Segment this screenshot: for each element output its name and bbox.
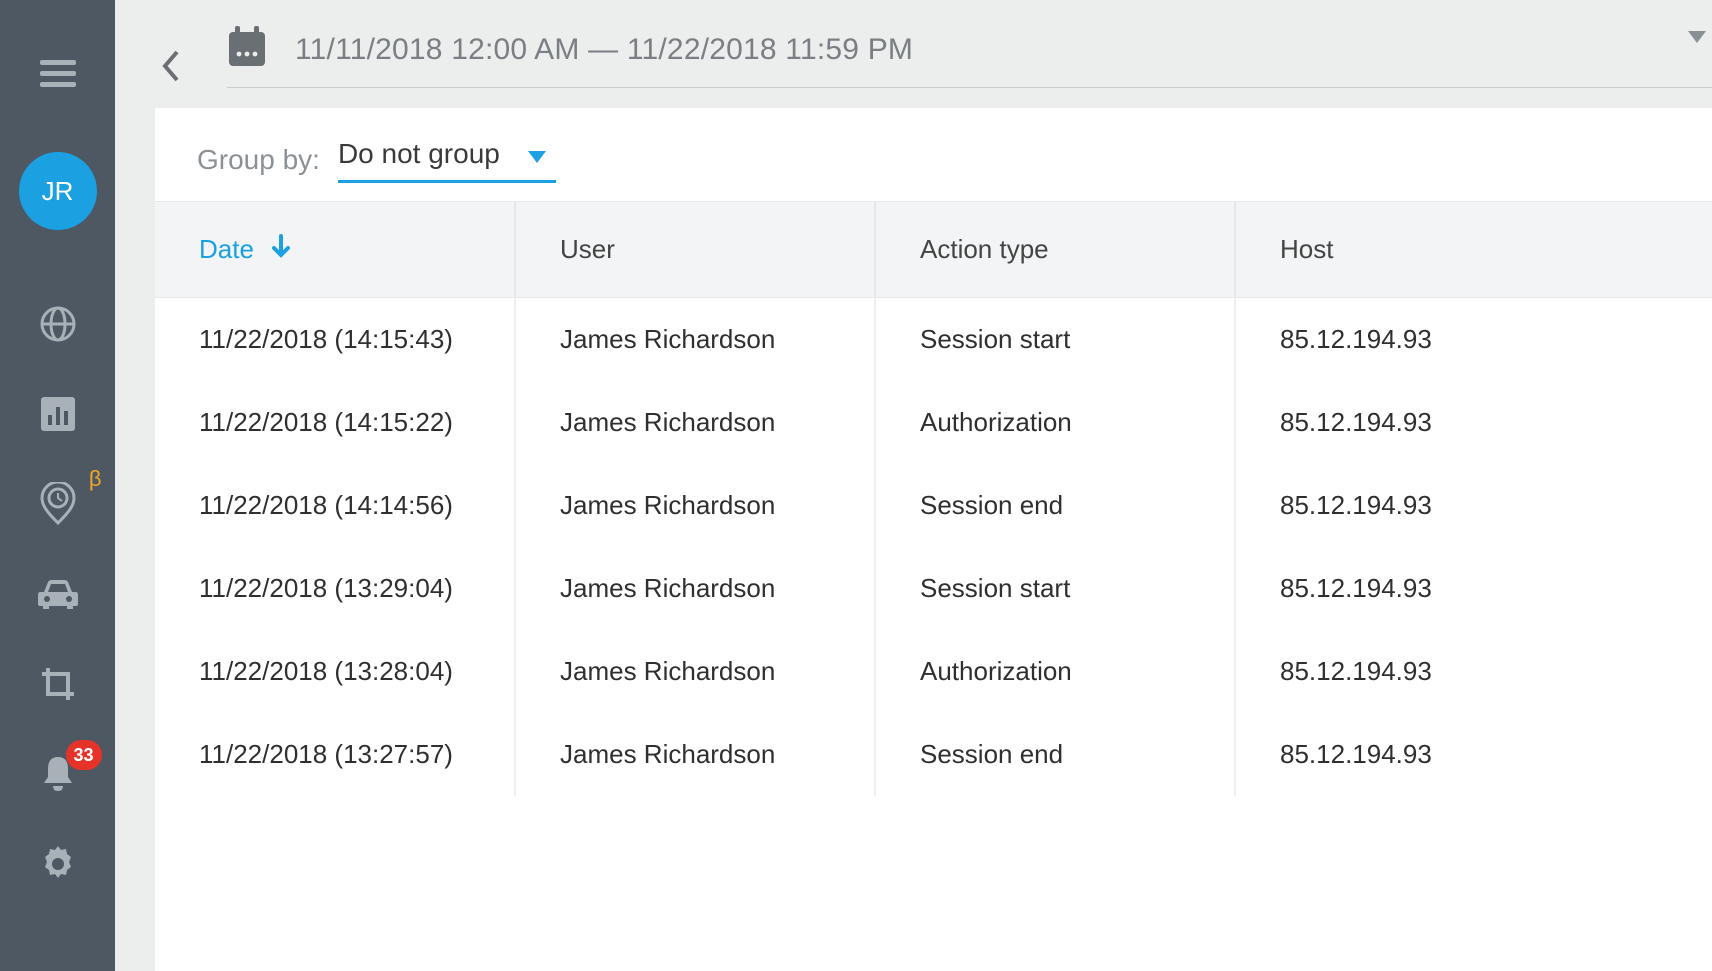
cell-date: 11/22/2018 (13:28:04) xyxy=(155,630,515,713)
cell-host: 85.12.194.93 xyxy=(1235,547,1712,630)
beta-badge: β xyxy=(89,466,102,492)
column-header-action[interactable]: Action type xyxy=(875,202,1235,298)
sidebar-item-crop[interactable] xyxy=(34,660,82,708)
cell-date: 11/22/2018 (14:15:43) xyxy=(155,298,515,382)
avatar[interactable]: JR xyxy=(19,152,97,230)
table-row[interactable]: 11/22/2018 (13:28:04)James RichardsonAut… xyxy=(155,630,1712,713)
cell-user: James Richardson xyxy=(515,630,875,713)
chevron-left-icon xyxy=(161,50,181,82)
chevron-down-icon xyxy=(528,138,546,170)
cell-user: James Richardson xyxy=(515,547,875,630)
column-header-date[interactable]: Date xyxy=(155,202,515,298)
cell-action: Session start xyxy=(875,547,1235,630)
sidebar-item-tracking[interactable]: β xyxy=(34,480,82,528)
group-by-bar: Group by: Do not group xyxy=(155,108,1712,201)
cell-date: 11/22/2018 (13:27:57) xyxy=(155,713,515,796)
cell-action: Session end xyxy=(875,713,1235,796)
group-by-select[interactable]: Do not group xyxy=(338,136,556,183)
group-by-value: Do not group xyxy=(338,138,500,170)
topbar: 11/11/2018 12:00 AM — 11/22/2018 11:59 P… xyxy=(115,0,1712,108)
column-header-label: User xyxy=(560,234,615,264)
hamburger-icon xyxy=(40,60,76,88)
cell-host: 85.12.194.93 xyxy=(1235,630,1712,713)
avatar-initials: JR xyxy=(42,176,74,207)
sidebar-item-vehicles[interactable] xyxy=(34,570,82,618)
date-range-text: 11/11/2018 12:00 AM — 11/22/2018 11:59 P… xyxy=(295,33,913,67)
clock-pin-icon xyxy=(39,482,77,526)
cell-host: 85.12.194.93 xyxy=(1235,298,1712,382)
cell-user: James Richardson xyxy=(515,713,875,796)
audit-table: Date User Action t xyxy=(155,201,1712,971)
column-header-label: Date xyxy=(199,234,254,264)
cell-user: James Richardson xyxy=(515,298,875,382)
sort-descending-icon xyxy=(271,234,291,265)
column-header-host[interactable]: Host xyxy=(1235,202,1712,298)
table-row[interactable]: 11/22/2018 (13:27:57)James RichardsonSes… xyxy=(155,713,1712,796)
table-body: 11/22/2018 (14:15:43)James RichardsonSes… xyxy=(155,298,1712,797)
sidebar-item-notifications[interactable]: 33 xyxy=(34,750,82,798)
sidebar: JR β xyxy=(0,0,115,971)
table-header-row: Date User Action t xyxy=(155,202,1712,298)
cell-date: 11/22/2018 (13:29:04) xyxy=(155,547,515,630)
cell-host: 85.12.194.93 xyxy=(1235,464,1712,547)
date-range-picker[interactable]: 11/11/2018 12:00 AM — 11/22/2018 11:59 P… xyxy=(227,26,1712,88)
group-by-label: Group by: xyxy=(197,144,320,176)
chevron-down-icon xyxy=(1688,30,1706,48)
cell-user: James Richardson xyxy=(515,464,875,547)
notification-count-badge: 33 xyxy=(66,740,102,770)
column-header-user[interactable]: User xyxy=(515,202,875,298)
table-row[interactable]: 11/22/2018 (13:29:04)James RichardsonSes… xyxy=(155,547,1712,630)
sidebar-item-settings[interactable] xyxy=(34,840,82,888)
sidebar-item-reports[interactable] xyxy=(34,390,82,438)
cell-host: 85.12.194.93 xyxy=(1235,713,1712,796)
table-row[interactable]: 11/22/2018 (14:14:56)James RichardsonSes… xyxy=(155,464,1712,547)
column-header-label: Host xyxy=(1280,234,1333,264)
globe-icon xyxy=(39,305,77,343)
cell-host: 85.12.194.93 xyxy=(1235,381,1712,464)
bar-chart-icon xyxy=(41,397,75,431)
hamburger-menu-button[interactable] xyxy=(34,50,82,98)
table-row[interactable]: 11/22/2018 (14:15:22)James RichardsonAut… xyxy=(155,381,1712,464)
cell-action: Authorization xyxy=(875,381,1235,464)
cell-date: 11/22/2018 (14:14:56) xyxy=(155,464,515,547)
sidebar-item-globe[interactable] xyxy=(34,300,82,348)
cell-action: Session start xyxy=(875,298,1235,382)
app-root: JR β xyxy=(0,0,1712,971)
calendar-icon xyxy=(227,26,267,73)
main-content: 11/11/2018 12:00 AM — 11/22/2018 11:59 P… xyxy=(115,0,1712,971)
cell-action: Authorization xyxy=(875,630,1235,713)
table-row[interactable]: 11/22/2018 (14:15:43)James RichardsonSes… xyxy=(155,298,1712,382)
crop-icon xyxy=(40,666,76,702)
gear-icon xyxy=(40,846,76,882)
cell-user: James Richardson xyxy=(515,381,875,464)
cell-action: Session end xyxy=(875,464,1235,547)
column-header-label: Action type xyxy=(920,234,1049,264)
cell-date: 11/22/2018 (14:15:22) xyxy=(155,381,515,464)
car-icon xyxy=(38,578,78,610)
back-button[interactable] xyxy=(151,46,191,86)
